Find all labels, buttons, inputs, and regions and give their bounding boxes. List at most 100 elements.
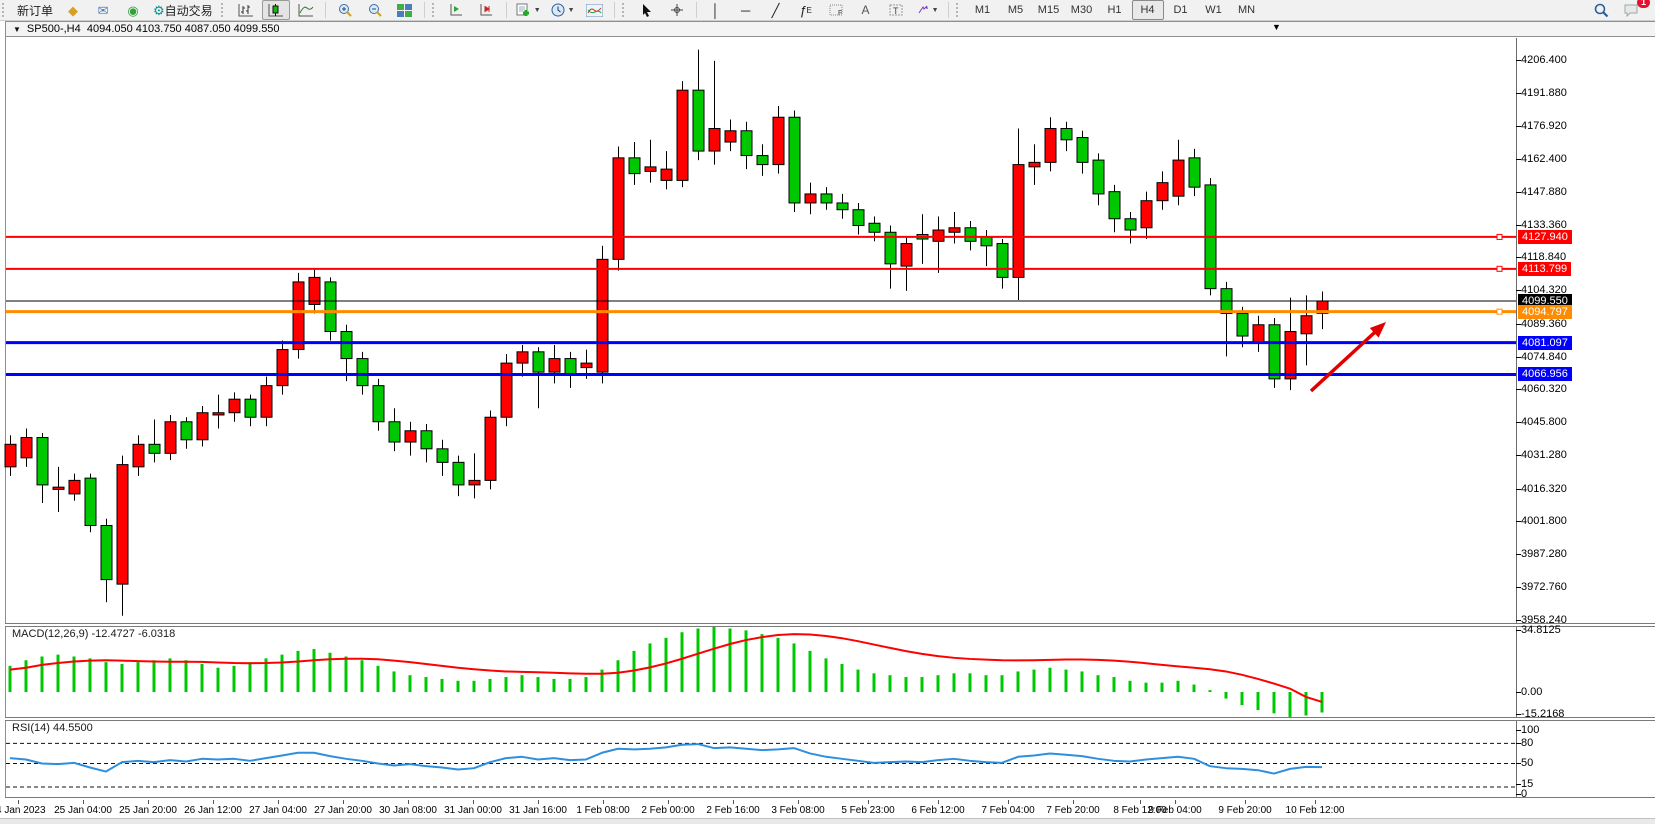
price-tick-label: 3987.280: [1521, 548, 1567, 560]
search-icon[interactable]: [1587, 0, 1615, 20]
crosshair-icon[interactable]: [663, 0, 691, 20]
fibonacci-icon[interactable]: ƒE: [792, 0, 820, 20]
timeframe-group: M1M5M15M30H1H4D1W1MN: [967, 0, 1263, 20]
zoom-out-icon[interactable]: [361, 0, 389, 20]
rsi-tick-label: 0: [1521, 788, 1527, 800]
price-chart-canvas[interactable]: [0, 38, 1516, 623]
autotrading-button[interactable]: ⚙ 自动交易: [149, 0, 217, 20]
timeframe-M30[interactable]: M30: [1066, 0, 1098, 20]
toolbar-grip[interactable]: [432, 3, 439, 17]
new-chart-button[interactable]: ▼: [512, 0, 545, 20]
toolbar-grip[interactable]: [956, 3, 963, 17]
metaquotes-icon[interactable]: ◆: [59, 0, 87, 20]
new-order-label: 新订单: [17, 2, 53, 19]
time-tick-label: 5 Feb 23:00: [841, 805, 894, 816]
rsi-tick-label: 50: [1521, 757, 1533, 769]
time-tick-label: 25 Jan 20:00: [119, 805, 177, 816]
time-tick: [148, 800, 149, 804]
chat-button[interactable]: 1: [1617, 0, 1645, 20]
time-tick: [278, 800, 279, 804]
price-line-label-4066.956: 4066.956: [1518, 367, 1572, 381]
macd-tick-label: -15.2168: [1521, 708, 1564, 720]
time-tick-label: 27 Jan 20:00: [314, 805, 372, 816]
timeframe-M1[interactable]: M1: [967, 0, 999, 20]
time-tick-label: 31 Jan 00:00: [444, 805, 502, 816]
time-tick: [1140, 800, 1141, 804]
time-tick-label: 24 Jan 2023: [0, 805, 46, 816]
window-bottom-strip: [0, 818, 1655, 824]
time-tick-label: 3 Feb 08:00: [771, 805, 824, 816]
price-tick-label: 4147.880: [1521, 186, 1567, 198]
price-tick-label: 4001.800: [1521, 515, 1567, 527]
profiles-clock-button[interactable]: ▼: [547, 0, 579, 20]
candlestick-chart-icon[interactable]: [262, 0, 290, 20]
time-tick-label: 9 Feb 04:00: [1148, 805, 1201, 816]
rsi-panel-canvas[interactable]: [0, 720, 1516, 797]
zoom-in-icon[interactable]: [331, 0, 359, 20]
time-tick: [1073, 800, 1074, 804]
time-tick-label: 31 Jan 16:00: [509, 805, 567, 816]
time-tick-label: 6 Feb 12:00: [911, 805, 964, 816]
price-tick-label: 4162.400: [1521, 153, 1567, 165]
horizontal-line-icon[interactable]: ─: [732, 0, 760, 20]
timeframe-M15[interactable]: M15: [1033, 0, 1065, 20]
chart-ohlc: 4094.050 4103.750 4087.050 4099.550: [87, 23, 280, 35]
trendline-icon[interactable]: ╱: [762, 0, 790, 20]
toolbar-grip[interactable]: [622, 3, 629, 17]
price-line-label-4127.940: 4127.940: [1518, 230, 1572, 244]
time-tick: [1315, 800, 1316, 804]
macd-tick-label: 34.8125: [1521, 624, 1561, 636]
time-tick: [1245, 800, 1246, 804]
chart-menu-icon[interactable]: ▼: [13, 25, 21, 34]
arrows-objects-icon[interactable]: ▼: [912, 0, 943, 20]
price-axis-separator: [1516, 38, 1517, 799]
price-tick-label: 4016.320: [1521, 483, 1567, 495]
time-tick-label: 30 Jan 08:00: [379, 805, 437, 816]
equidistant-channel-icon[interactable]: F: [822, 0, 850, 20]
price-tick-label: 4045.800: [1521, 416, 1567, 428]
timeframe-H1[interactable]: H1: [1099, 0, 1131, 20]
rsi-value: 44.5500: [53, 722, 93, 734]
time-tick: [668, 800, 669, 804]
price-tick-label: 4031.280: [1521, 449, 1567, 461]
signals-icon[interactable]: ◉: [119, 0, 147, 20]
timeframe-MN[interactable]: MN: [1231, 0, 1263, 20]
text-label-icon[interactable]: T: [882, 0, 910, 20]
toolbar-grip[interactable]: [221, 3, 228, 17]
price-tick-label: 4191.880: [1521, 87, 1567, 99]
timeframe-H4[interactable]: H4: [1132, 0, 1164, 20]
time-tick-label: 1 Feb 08:00: [576, 805, 629, 816]
timeframe-M5[interactable]: M5: [1000, 0, 1032, 20]
time-tick-label: 7 Feb 20:00: [1046, 805, 1099, 816]
chart-symbol-period: SP500-,H4: [27, 23, 81, 35]
tile-windows-icon[interactable]: [391, 0, 419, 20]
vertical-line-icon[interactable]: │: [702, 0, 730, 20]
auto-scroll-icon[interactable]: [443, 0, 471, 20]
price-tick-label: 3972.760: [1521, 581, 1567, 593]
macd-panel-canvas[interactable]: [0, 626, 1516, 717]
text-icon[interactable]: A: [852, 0, 880, 20]
price-tick-label: 4133.360: [1521, 219, 1567, 231]
time-tick: [868, 800, 869, 804]
time-tick: [733, 800, 734, 804]
timeframe-D1[interactable]: D1: [1165, 0, 1197, 20]
toolbar-grip[interactable]: [2, 3, 9, 17]
macd-tick-label: 0.00: [1521, 686, 1542, 698]
bar-chart-icon[interactable]: [232, 0, 260, 20]
chart-shift-icon[interactable]: [473, 0, 501, 20]
cursor-icon[interactable]: [633, 0, 661, 20]
indicators-icon[interactable]: [581, 0, 609, 20]
time-tick-label: 10 Feb 12:00: [1286, 805, 1345, 816]
new-order-button[interactable]: 新订单: [13, 0, 57, 20]
timeframe-W1[interactable]: W1: [1198, 0, 1230, 20]
rsi-indicator-label: RSI(14) 44.5500: [12, 722, 93, 734]
chart-shift-marker[interactable]: ▼: [1272, 22, 1281, 32]
metaeditor-icon[interactable]: ✉: [89, 0, 117, 20]
time-tick: [83, 800, 84, 804]
chart-window-titlebar[interactable]: ▼ SP500-,H4 4094.050 4103.750 4087.050 4…: [5, 21, 1655, 37]
time-tick: [603, 800, 604, 804]
time-tick-label: 2 Feb 00:00: [641, 805, 694, 816]
svg-text:F: F: [838, 10, 842, 16]
autotrading-icon: ⚙: [153, 4, 165, 17]
line-chart-icon[interactable]: [292, 0, 320, 20]
